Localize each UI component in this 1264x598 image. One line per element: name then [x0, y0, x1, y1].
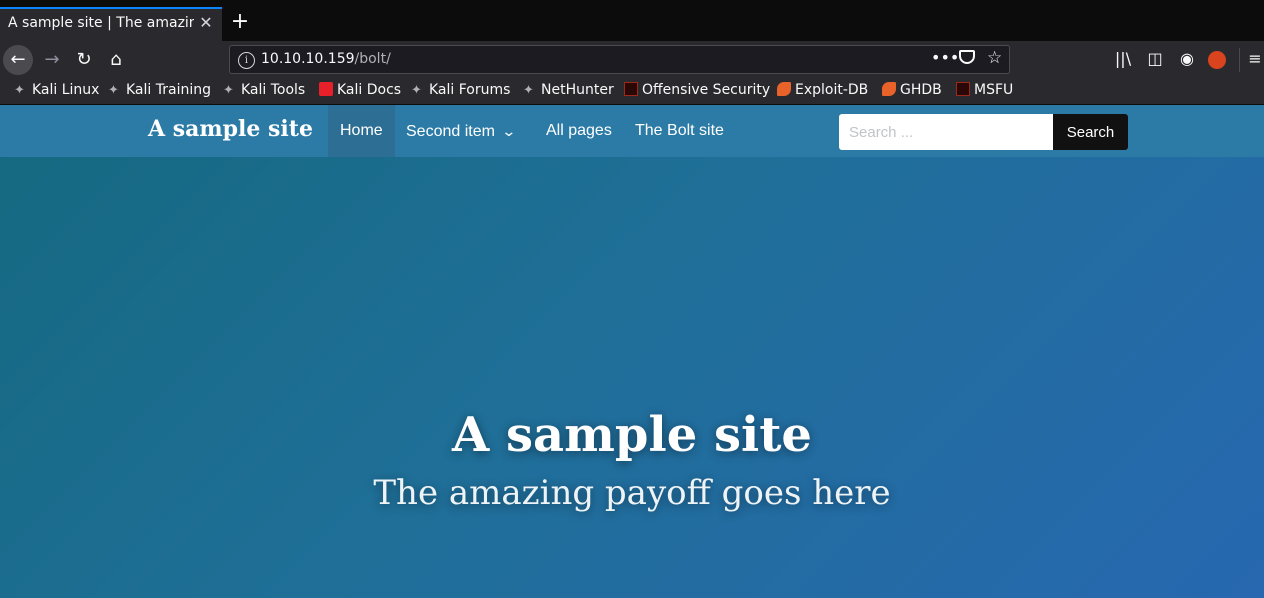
bookmark-kali-linux[interactable]: ✦ Kali Linux [14, 82, 99, 102]
kali-dragon-icon: ✦ [108, 83, 119, 98]
site-brand[interactable]: A sample site [148, 116, 313, 142]
bookmark-kali-docs[interactable]: Kali Docs [319, 82, 401, 102]
bookmark-kali-forums[interactable]: ✦ Kali Forums [411, 82, 510, 102]
nav-label: Second item [406, 123, 495, 140]
page-actions-more-icon[interactable]: ••• [931, 48, 959, 67]
pocket-icon[interactable] [959, 50, 975, 64]
bookmark-label: Kali Linux [32, 82, 100, 98]
bookmark-label: Offensive Security [642, 82, 771, 98]
url-path: /bolt/ [354, 51, 391, 67]
navigation-toolbar: ← → ↻ ⌂ i 10.10.10.159/bolt/ ••• ☆ ||\ ◫… [0, 41, 1264, 79]
bookmark-exploit-db[interactable]: Exploit-DB [777, 82, 868, 102]
exploitdb-icon [882, 82, 896, 96]
kali-dragon-icon: ✦ [223, 83, 234, 98]
sidebar-icon[interactable]: ◫ [1144, 49, 1166, 68]
kali-dragon-icon: ✦ [411, 83, 422, 98]
chevron-down-icon: ⌄ [501, 123, 517, 139]
nav-second-item[interactable]: Second item ⌄ [394, 105, 527, 157]
bookmark-nethunter[interactable]: ✦ NetHunter [523, 82, 614, 102]
bookmark-label: Kali Forums [429, 82, 511, 98]
browser-tab[interactable]: A sample site | The amazing payoff goes … [0, 7, 222, 41]
back-arrow-icon[interactable]: ← [3, 45, 33, 75]
new-tab-button[interactable]: + [228, 10, 252, 34]
offsec-icon [624, 82, 638, 96]
extension-icon[interactable] [1208, 51, 1226, 69]
account-icon[interactable]: ◉ [1176, 49, 1198, 68]
bookmark-ghdb[interactable]: GHDB [882, 82, 942, 102]
search-input[interactable] [839, 114, 1053, 150]
forward-arrow-icon[interactable]: → [37, 45, 67, 75]
page-content: A sample site Home Second item ⌄ All page… [0, 105, 1264, 598]
toolbar-separator [1239, 48, 1240, 72]
bookmark-label: Kali Tools [241, 82, 306, 98]
bookmark-label: Kali Training [126, 82, 211, 98]
bookmark-offensive-security[interactable]: Offensive Security [624, 82, 770, 102]
tab-close-icon[interactable]: ✕ [196, 13, 216, 33]
nav-all-pages[interactable]: All pages [534, 105, 624, 157]
bookmark-label: Exploit-DB [795, 82, 869, 98]
library-icon[interactable]: ||\ [1112, 49, 1134, 68]
kali-dragon-icon: ✦ [14, 83, 25, 98]
address-bar[interactable]: i 10.10.10.159/bolt/ ••• ☆ [229, 45, 1010, 74]
bookmark-label: GHDB [900, 82, 942, 98]
kali-docs-icon [319, 82, 333, 96]
nav-home[interactable]: Home [328, 105, 395, 157]
search-button[interactable]: Search [1053, 114, 1128, 150]
offsec-icon [956, 82, 970, 96]
home-icon[interactable]: ⌂ [101, 45, 131, 75]
exploitdb-icon [777, 82, 791, 96]
bookmark-kali-tools[interactable]: ✦ Kali Tools [223, 82, 305, 102]
nav-bolt-site[interactable]: The Bolt site [623, 105, 736, 157]
site-navbar: A sample site Home Second item ⌄ All page… [0, 105, 1264, 157]
bookmark-kali-training[interactable]: ✦ Kali Training [108, 82, 211, 102]
bookmark-msfu[interactable]: MSFU [956, 82, 1013, 102]
url-host: 10.10.10.159 [261, 51, 355, 67]
bookmark-label: NetHunter [541, 82, 614, 98]
site-info-icon[interactable]: i [238, 52, 255, 69]
bookmarks-toolbar: ✦ Kali Linux ✦ Kali Training ✦ Kali Tools K… [0, 79, 1264, 105]
hamburger-menu-icon[interactable]: ≡ [1244, 49, 1264, 68]
bookmark-star-icon[interactable]: ☆ [987, 48, 1002, 68]
tab-strip: A sample site | The amazing payoff goes … [0, 0, 1264, 41]
bookmark-label: Kali Docs [337, 82, 402, 98]
bookmark-label: MSFU [974, 82, 1014, 98]
hero-title: A sample site [452, 407, 812, 463]
kali-dragon-icon: ✦ [523, 83, 534, 98]
hero-subtitle: The amazing payoff goes here [373, 473, 891, 513]
reload-icon[interactable]: ↻ [69, 45, 99, 75]
tab-title[interactable]: A sample site | The amazing payoff goes … [8, 15, 194, 31]
url-text[interactable]: 10.10.10.159/bolt/ [261, 51, 391, 67]
